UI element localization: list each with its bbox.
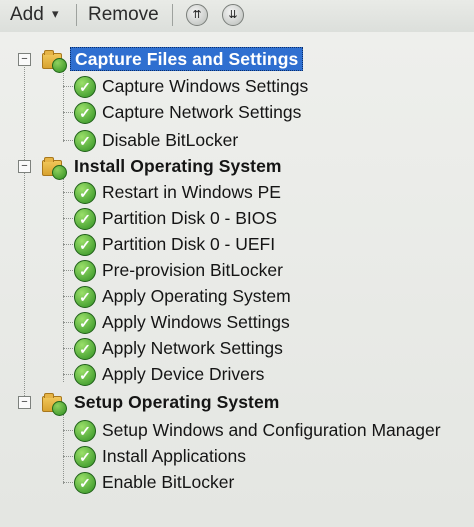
collapse-toggle[interactable]: − — [18, 396, 31, 409]
checkmark-icon: ✓ — [74, 130, 96, 152]
tree-item[interactable]: ✓ Apply Operating System — [0, 284, 474, 308]
add-button[interactable]: Add — [10, 4, 44, 26]
checkmark-icon: ✓ — [74, 312, 96, 334]
tree-item[interactable]: ✓ Capture Windows Settings — [0, 74, 474, 98]
group-label[interactable]: Setup Operating System — [74, 391, 279, 413]
item-label[interactable]: Apply Windows Settings — [102, 311, 290, 333]
group-capture-files-and-settings[interactable]: − Capture Files and Settings — [0, 47, 474, 73]
checkmark-icon: ✓ — [74, 364, 96, 386]
item-label[interactable]: Setup Windows and Configuration Manager — [102, 419, 441, 441]
tree-item[interactable]: ✓ Disable BitLocker — [0, 128, 474, 152]
tree-item[interactable]: ✓ Restart in Windows PE — [0, 180, 474, 204]
tree-item[interactable]: ✓ Apply Network Settings — [0, 336, 474, 360]
tree-item[interactable]: ✓ Capture Network Settings — [0, 100, 474, 124]
item-label[interactable]: Pre-provision BitLocker — [102, 259, 283, 281]
tree-item[interactable]: ✓ Partition Disk 0 - UEFI — [0, 232, 474, 256]
tree-item[interactable]: ✓ Setup Windows and Configuration Manage… — [0, 418, 474, 442]
check-badge-icon — [52, 165, 67, 180]
item-label[interactable]: Restart in Windows PE — [102, 181, 281, 203]
collapse-toggle[interactable]: − — [18, 53, 31, 66]
item-label[interactable]: Install Applications — [102, 445, 246, 467]
tree-item[interactable]: ✓ Partition Disk 0 - BIOS — [0, 206, 474, 230]
tree-item[interactable]: ✓ Pre-provision BitLocker — [0, 258, 474, 282]
move-up-icon[interactable]: ⇈ — [186, 4, 208, 26]
checkmark-icon: ✓ — [74, 446, 96, 468]
checkmark-icon: ✓ — [74, 472, 96, 494]
checkmark-icon: ✓ — [74, 420, 96, 442]
toolbar: Add ▾ Remove ⇈ ⇊ — [0, 0, 474, 33]
group-label[interactable]: Install Operating System — [74, 155, 282, 177]
check-badge-icon — [52, 401, 67, 416]
checkmark-icon: ✓ — [74, 182, 96, 204]
toolbar-separator — [76, 4, 77, 26]
item-label[interactable]: Enable BitLocker — [102, 471, 234, 493]
checkmark-icon: ✓ — [74, 76, 96, 98]
tree-item[interactable]: ✓ Enable BitLocker — [0, 470, 474, 494]
check-badge-icon — [52, 58, 67, 73]
checkmark-icon: ✓ — [74, 260, 96, 282]
checkmark-icon: ✓ — [74, 338, 96, 360]
item-label[interactable]: Partition Disk 0 - UEFI — [102, 233, 275, 255]
item-label[interactable]: Partition Disk 0 - BIOS — [102, 207, 277, 229]
item-label[interactable]: Apply Operating System — [102, 285, 291, 307]
collapse-toggle[interactable]: − — [18, 160, 31, 173]
tree-item[interactable]: ✓ Apply Windows Settings — [0, 310, 474, 334]
item-label[interactable]: Apply Network Settings — [102, 337, 283, 359]
tree-item[interactable]: ✓ Install Applications — [0, 444, 474, 468]
chevron-down-icon[interactable]: ▾ — [52, 3, 59, 25]
remove-button[interactable]: Remove — [88, 4, 159, 26]
checkmark-icon: ✓ — [74, 234, 96, 256]
checkmark-icon: ✓ — [74, 208, 96, 230]
item-label[interactable]: Apply Device Drivers — [102, 363, 264, 385]
item-label[interactable]: Capture Network Settings — [102, 101, 301, 123]
group-setup-operating-system[interactable]: − Setup Operating System — [0, 390, 474, 416]
checkmark-icon: ✓ — [74, 286, 96, 308]
group-install-operating-system[interactable]: − Install Operating System — [0, 154, 474, 180]
tree-item[interactable]: ✓ Apply Device Drivers — [0, 362, 474, 386]
move-down-icon[interactable]: ⇊ — [222, 4, 244, 26]
checkmark-icon: ✓ — [74, 102, 96, 124]
task-sequence-tree: − Capture Files and Settings ✓ Capture W… — [0, 32, 474, 527]
item-label[interactable]: Disable BitLocker — [102, 129, 238, 151]
item-label[interactable]: Capture Windows Settings — [102, 75, 308, 97]
toolbar-separator — [172, 4, 173, 26]
task-sequence-editor: Add ▾ Remove ⇈ ⇊ − Capture Files and Set… — [0, 0, 474, 527]
group-label[interactable]: Capture Files and Settings — [70, 47, 304, 71]
